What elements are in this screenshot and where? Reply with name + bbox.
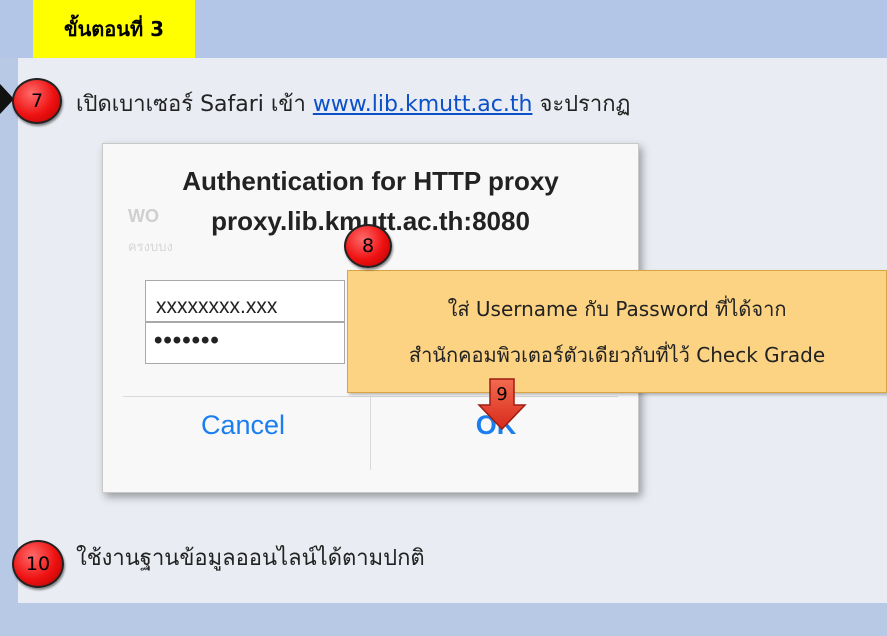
step-7-text: เปิดเบาเซอร์ Safari เข้า www.lib.kmutt.a… (76, 86, 630, 121)
step-7-badge: 7 (12, 78, 62, 124)
instruction-callout: ใส่ Username กับ Password ที่ได้จาก สำนั… (347, 270, 887, 393)
step-7-text-after: จะปรากฏ (532, 92, 631, 117)
cancel-button[interactable]: Cancel (143, 410, 343, 441)
callout-line-2: สำนักคอมพิวเตอร์ตัวเดียวกับที่ไว้ Check … (408, 342, 826, 367)
background-ghost-text-small: ครงบบง (128, 239, 173, 254)
button-vertical-divider (370, 396, 371, 470)
dialog-title: Authentication for HTTP proxy (182, 166, 559, 196)
bottom-band (0, 603, 887, 636)
step-7-text-before: เปิดเบาเซอร์ Safari เข้า (76, 92, 313, 117)
step-header: ขั้นตอนที่ 3 (33, 0, 195, 58)
background-ghost-text: WO (128, 206, 159, 226)
step-10-badge: 10 (12, 540, 64, 588)
password-field[interactable]: ••••••• (145, 322, 345, 364)
step-8-badge: 8 (344, 224, 392, 268)
library-link[interactable]: www.lib.kmutt.ac.th (313, 92, 533, 117)
step-9-label: 9 (496, 384, 508, 405)
callout-line-1: ใส่ Username กับ Password ที่ได้จาก (447, 296, 787, 321)
username-field[interactable]: xxxxxxxx.xxx (145, 280, 345, 322)
step-10-text: ใช้งานฐานข้อมูลออนไลน์ได้ตามปกติ (76, 546, 425, 571)
